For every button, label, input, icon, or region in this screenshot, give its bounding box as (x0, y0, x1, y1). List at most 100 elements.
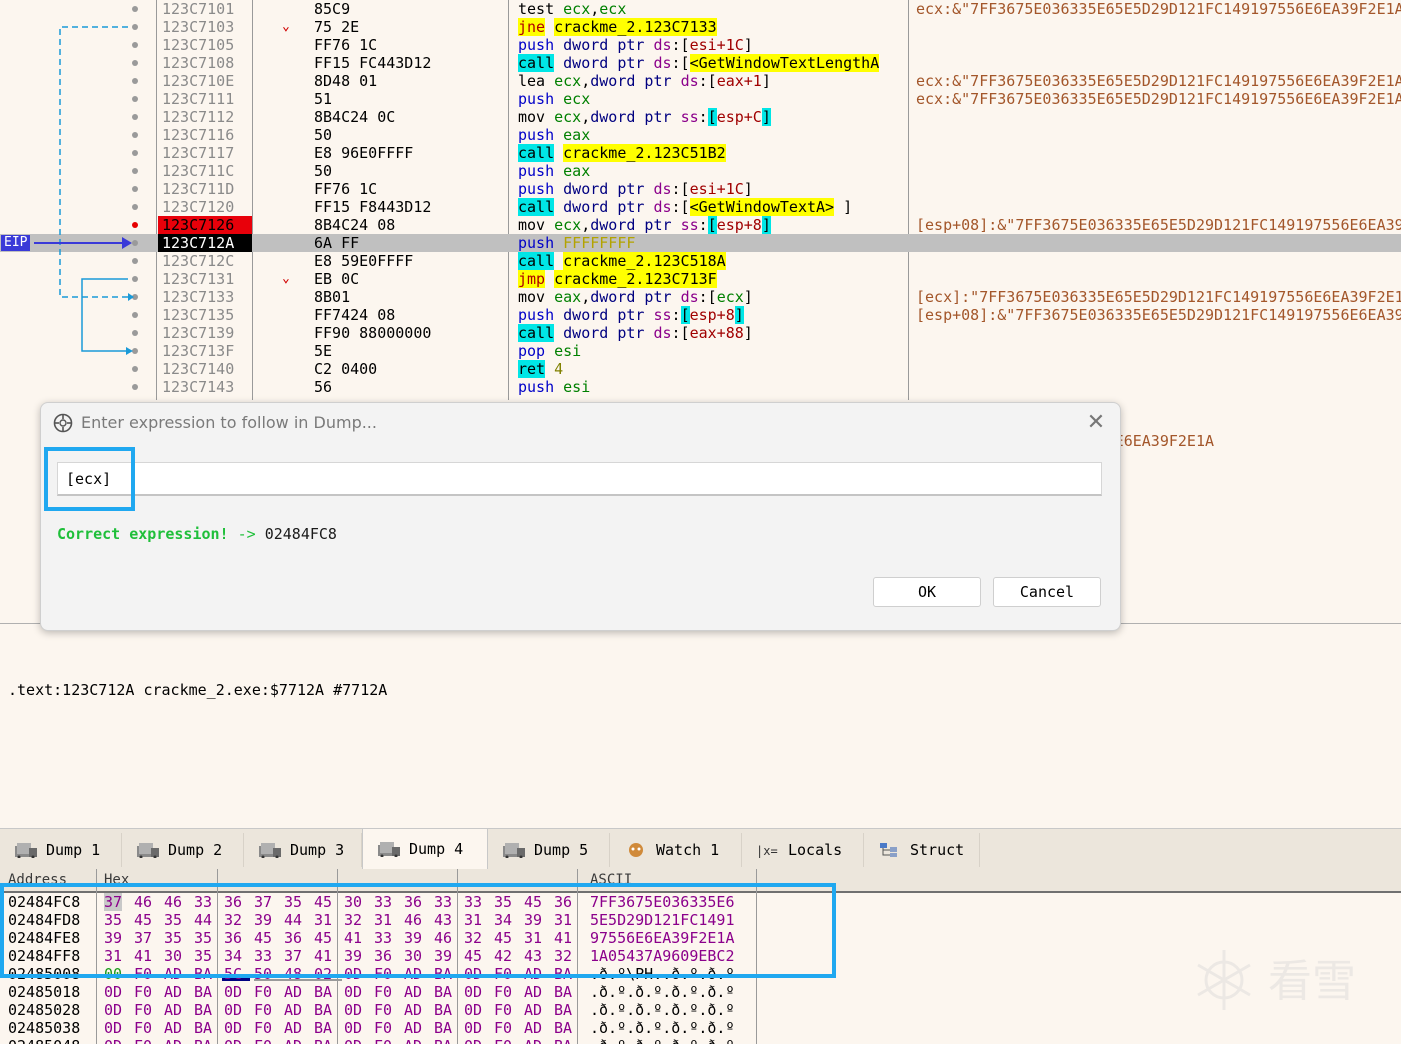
hex-byte[interactable]: F0 (494, 965, 512, 983)
hex-byte[interactable]: 37 (104, 893, 123, 911)
hex-byte[interactable]: 41 (314, 947, 332, 965)
hex-byte[interactable]: 43 (524, 947, 542, 965)
hex-byte[interactable]: AD (524, 1001, 542, 1019)
hex-byte[interactable]: 41 (134, 947, 152, 965)
hex-byte[interactable]: 02 (314, 965, 332, 983)
hex-byte[interactable]: F0 (134, 1001, 152, 1019)
hex-byte[interactable]: 35 (194, 929, 212, 947)
hex-byte[interactable]: 30 (344, 893, 362, 911)
hex-byte[interactable]: 0D (344, 1001, 362, 1019)
tab-dump-2[interactable]: Dump 2 (122, 833, 244, 867)
hex-byte[interactable]: 32 (344, 911, 362, 929)
hex-byte[interactable]: F0 (254, 1001, 272, 1019)
hex-byte[interactable]: F0 (134, 1037, 152, 1044)
hex-byte[interactable]: 0D (464, 1001, 482, 1019)
hex-byte[interactable]: F0 (494, 1001, 512, 1019)
hex-byte[interactable]: 0D (464, 983, 482, 1001)
hex-byte[interactable]: BA (434, 1037, 452, 1044)
hex-column-header[interactable]: Hex (104, 872, 129, 888)
hex-byte[interactable]: BA (434, 965, 452, 983)
hex-byte[interactable]: 32 (464, 929, 482, 947)
hex-byte[interactable]: BA (314, 1019, 332, 1037)
hex-byte[interactable]: AD (284, 983, 302, 1001)
hex-byte[interactable]: BA (194, 1019, 212, 1037)
hex-byte[interactable]: AD (404, 1001, 422, 1019)
disasm-row[interactable]: 123C711D FF76 1C push dword ptr ds:[esi+1C… (0, 180, 1401, 198)
hex-byte[interactable]: AD (404, 983, 422, 1001)
hex-byte[interactable]: 36 (404, 893, 422, 911)
hex-byte[interactable]: 34 (494, 911, 512, 929)
hex-byte[interactable]: 0D (344, 1037, 362, 1044)
hex-byte[interactable]: 35 (104, 911, 122, 929)
hex-byte[interactable]: 0D (464, 1037, 482, 1044)
tab-dump-5[interactable]: Dump 5 (488, 833, 610, 867)
disasm-row[interactable]: 123C7101 85C9 test ecx,ecx ecx:&"7FF3675E03… (0, 0, 1401, 18)
hex-byte[interactable]: BA (434, 1019, 452, 1037)
hex-byte[interactable]: 31 (104, 947, 122, 965)
tab-watch-1[interactable]: Watch 1 (610, 833, 742, 867)
hex-byte[interactable]: 36 (374, 947, 392, 965)
hex-byte[interactable]: 46 (164, 893, 182, 911)
hex-byte[interactable]: 0D (224, 1037, 242, 1044)
hex-byte[interactable]: F0 (134, 1019, 152, 1037)
hex-byte[interactable]: F0 (374, 1037, 392, 1044)
hex-byte[interactable]: AD (164, 1037, 182, 1044)
hex-byte[interactable]: 39 (404, 929, 422, 947)
disasm-row[interactable]: 123C7139 FF90 88000000 call dword ptr ds:[… (0, 324, 1401, 342)
hex-byte[interactable]: 39 (344, 947, 362, 965)
hex-byte[interactable]: F0 (374, 965, 392, 983)
disasm-row[interactable]: 123C7131 ⌄ EB 0C jmp crackme_2.123C713F (0, 270, 1401, 288)
hex-byte[interactable]: 45 (524, 893, 542, 911)
dump-row[interactable]: 02485038 0D F0 AD BA 0D F0 AD BA 0D F0 AD BA 0D F0 AD BA… (0, 1019, 1401, 1037)
hex-byte[interactable]: 39 (254, 911, 272, 929)
hex-byte[interactable]: BA (554, 1037, 572, 1044)
hex-byte[interactable]: 44 (284, 911, 302, 929)
hex-byte[interactable]: 44 (194, 911, 212, 929)
hex-byte[interactable]: F0 (374, 1019, 392, 1037)
hex-byte[interactable]: 0D (104, 983, 122, 1001)
disasm-row[interactable]: 123C7116 50 push eax (0, 126, 1401, 144)
address-column-header[interactable]: Address (8, 872, 67, 888)
disasm-row[interactable]: 123C710E 8D48 01 lea ecx,dword ptr ds:[eax… (0, 72, 1401, 90)
dump-row[interactable]: 02484FD8 35 45 35 44 32 39 44 31 32 31 46 43 31 34 39 31… (0, 911, 1401, 929)
hex-byte[interactable]: BA (434, 983, 452, 1001)
hex-byte[interactable]: AD (404, 1037, 422, 1044)
hex-byte[interactable]: 35 (494, 893, 512, 911)
disasm-row[interactable]: 123C7117 E8 96E0FFFF call crackme_2.123C51… (0, 144, 1401, 162)
hex-byte[interactable]: 30 (404, 947, 422, 965)
hex-byte[interactable]: 36 (554, 893, 572, 911)
hex-byte[interactable]: F0 (494, 1037, 512, 1044)
hex-byte[interactable]: BA (194, 1037, 212, 1044)
hex-byte[interactable]: 32 (224, 911, 242, 929)
hex-byte[interactable]: 0D (104, 1019, 122, 1037)
hex-byte[interactable]: F0 (374, 983, 392, 1001)
hex-byte[interactable]: 0D (104, 1037, 122, 1044)
tab-struct[interactable]: Struct (864, 833, 980, 867)
expression-input[interactable] (57, 462, 1102, 496)
close-icon[interactable]: ✕ (1084, 411, 1108, 435)
hex-byte[interactable]: AD (524, 983, 542, 1001)
hex-byte[interactable]: 33 (374, 893, 392, 911)
hex-byte[interactable]: 48 (284, 965, 302, 983)
hex-byte[interactable]: 00 (104, 965, 122, 983)
hex-byte[interactable]: 31 (314, 911, 332, 929)
disasm-row[interactable]: 123C711C 50 push eax (0, 162, 1401, 180)
disasm-row[interactable]: 123C7135 FF7424 08 push dword ptr ss:[esp+… (0, 306, 1401, 324)
hex-byte[interactable]: 45 (314, 929, 332, 947)
disasm-row[interactable]: 123C7126 8B4C24 08 mov ecx,dword ptr ss:[e… (0, 216, 1401, 234)
hex-byte[interactable]: 33 (194, 893, 212, 911)
hex-byte[interactable]: 35 (164, 911, 182, 929)
hex-byte[interactable]: F0 (134, 983, 152, 1001)
tab-dump-3[interactable]: Dump 3 (244, 833, 362, 867)
hex-byte[interactable]: 5C (224, 965, 242, 983)
hex-byte[interactable]: 35 (164, 929, 182, 947)
hex-byte[interactable]: 37 (284, 947, 302, 965)
dump-row[interactable]: 02484FC8 37 46 46 33 36 37 35 45 30 33 36 33 33 35 45 36… (0, 893, 1401, 911)
hex-byte[interactable]: 46 (134, 893, 152, 911)
hex-byte[interactable]: 33 (374, 929, 392, 947)
hex-byte[interactable]: 31 (374, 911, 392, 929)
hex-byte[interactable]: 0D (464, 1019, 482, 1037)
hex-byte[interactable]: 36 (284, 929, 302, 947)
hex-byte[interactable]: 46 (434, 929, 452, 947)
hex-byte[interactable]: 45 (494, 929, 512, 947)
